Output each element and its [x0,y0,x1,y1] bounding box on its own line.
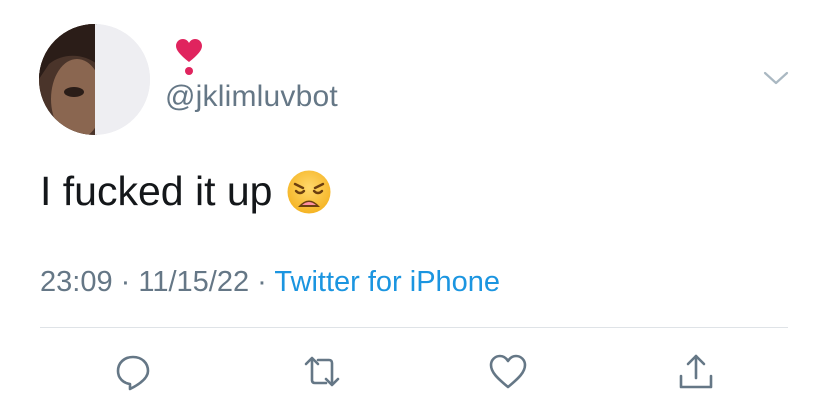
tweet-text-container: I fucked it up [40,168,332,215]
like-icon[interactable] [488,352,528,392]
tweet-source-link[interactable]: Twitter for iPhone [274,266,500,298]
user-handle[interactable]: @jklimluvbot [165,80,338,114]
retweet-icon[interactable] [302,352,342,392]
divider [40,327,788,328]
meta-separator: · [120,266,131,298]
meta-separator: · [257,266,267,298]
reply-icon[interactable] [113,352,153,392]
weary-face-icon [286,169,332,215]
avatar[interactable] [39,24,150,135]
display-name-heart-emoji[interactable] [174,38,204,78]
share-icon[interactable] [676,352,716,392]
tweet-card: @jklimluvbot I fucked it up 23:09 · 11/1… [0,0,828,417]
tweet-meta: 23:09 · 11/15/22 · Twitter for iPhone [40,266,500,299]
tweet-text: I fucked it up [40,168,273,214]
tweet-date: 11/15/22 [138,266,250,298]
tweet-time: 23:09 [40,266,113,298]
chevron-down-icon[interactable] [762,68,790,88]
